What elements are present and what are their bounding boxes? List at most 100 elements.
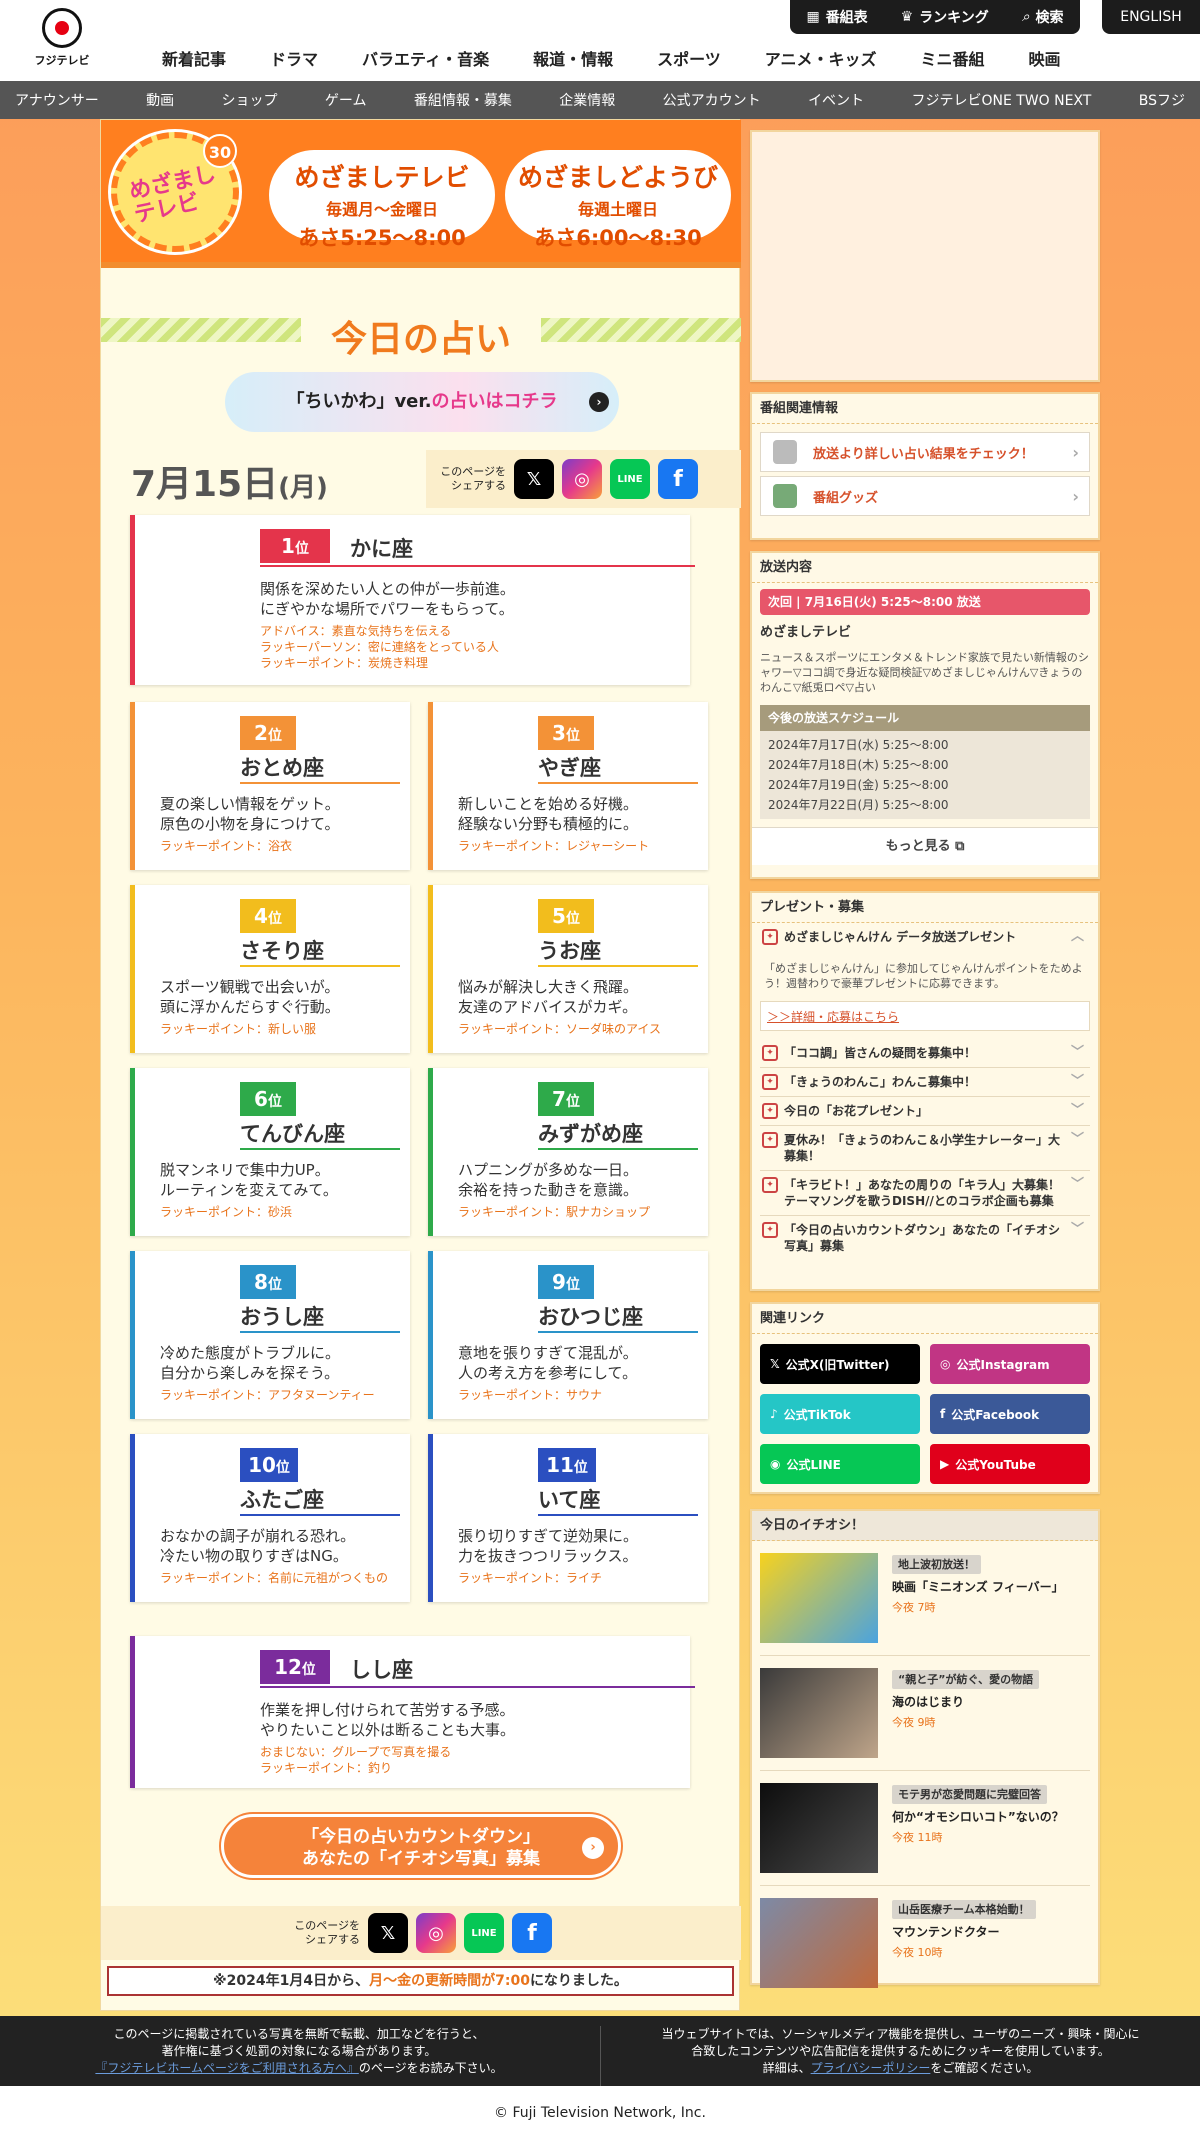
- next-broadcast-badge: 次回 | 7月16日(火) 5:25〜8:00 放送: [760, 589, 1090, 615]
- facebook-share-icon[interactable]: f: [512, 1913, 552, 1953]
- subnav-bsfuji[interactable]: BSフジ: [1139, 90, 1185, 110]
- fortune-line: 経験ない分野も積極的に。: [458, 815, 639, 833]
- pick-item[interactable]: 地上波初放送！ 映画「ミニオンズ フィーバー」 今夜 7時: [760, 1541, 1090, 1656]
- official-line-link[interactable]: ◉ 公式LINE: [760, 1444, 920, 1484]
- fortune-date: 7月15日(月): [131, 455, 328, 507]
- more-button[interactable]: もっと見る ⧉: [752, 827, 1098, 865]
- subnav-announcer[interactable]: アナウンサー: [15, 90, 99, 110]
- official-instagram-link[interactable]: ◎ 公式Instagram: [930, 1344, 1090, 1384]
- pick-item[interactable]: 山岳医療チーム本格始動！ マウンテンドクター 今夜 10時: [760, 1886, 1090, 2000]
- broadcast-title: 放送内容: [752, 553, 1098, 583]
- subnav-video[interactable]: 動画: [146, 90, 174, 110]
- links-title: 関連リンク: [752, 1304, 1098, 1334]
- terms-link[interactable]: 『フジテレビホームページをご利用される方へ』: [95, 2061, 358, 2075]
- subnav-corporate[interactable]: 企業情報: [559, 90, 615, 110]
- nav-movie[interactable]: 映画: [1006, 46, 1082, 70]
- rank-badge: 7位: [538, 1082, 594, 1116]
- pick-item[interactable]: モテ男が恋愛問題に完璧回答 何か“オモシロいコト”ないの？ 今夜 11時: [760, 1771, 1090, 1886]
- instagram-share-icon[interactable]: ◎: [562, 459, 602, 499]
- program-banner[interactable]: めざましテレビ 30 めざましテレビ 毎週月〜金曜日 あさ5:25〜8:00 め…: [101, 120, 741, 268]
- present-item[interactable]: ✦ 「ココ調」皆さんの疑問を募集中！ ﹀: [760, 1039, 1090, 1068]
- present-item[interactable]: ✦ 今日の「お花プレゼント」 ﹀: [760, 1097, 1090, 1126]
- fortune-line: 作業を押し付けられて苦労する予感。: [260, 1701, 515, 1719]
- pick-title: 映画「ミニオンズ フィーバー」: [892, 1580, 1064, 1594]
- subnav-program-info[interactable]: 番組情報・募集: [414, 90, 512, 110]
- x-share-icon[interactable]: 𝕏: [368, 1913, 408, 1953]
- schedule-item: 2024年7月19日(金) 5:25〜8:00: [768, 778, 949, 792]
- chiikawa-banner[interactable]: 「ちいかわ」ver.の占いはコチラ ›: [225, 372, 619, 432]
- instagram-share-icon[interactable]: ◎: [416, 1913, 456, 1953]
- fortune-line: スポーツ観戦で出会いが。: [160, 978, 340, 996]
- ad-slot: [750, 130, 1100, 382]
- present-item[interactable]: ✦ 夏休み！「きょうのわんこ＆小学生ナレーター」大募集！ ﹀: [760, 1126, 1090, 1171]
- facebook-share-icon[interactable]: f: [658, 459, 698, 499]
- pick-tag: モテ男が恋愛問題に完璧回答: [892, 1785, 1047, 1804]
- footer-left-line1: このページに掲載されている写真を無断で転載、加工などを行うと、: [113, 2027, 485, 2041]
- fortune-text: 夏の楽しい情報をゲット。 原色の小物を身につけて。: [160, 794, 340, 834]
- nav-anime[interactable]: アニメ・キッズ: [743, 46, 899, 70]
- rank-badge: 9位: [538, 1265, 594, 1299]
- nav-drama[interactable]: ドラマ: [248, 46, 340, 70]
- subnav-events[interactable]: イベント: [808, 90, 864, 110]
- show1-days: 毎週月〜金曜日: [325, 200, 438, 219]
- present-item[interactable]: ✦ 「今日の占いカウントダウン」あなたの「イチオシ写真」募集 ﹀: [760, 1216, 1090, 1260]
- goods-link[interactable]: 番組グッズ ›: [760, 476, 1090, 516]
- x-share-icon[interactable]: 𝕏: [514, 459, 554, 499]
- lucky-line: ラッキーポイント：砂浜: [160, 1205, 293, 1219]
- subnav-one-two-next[interactable]: フジテレビONE TWO NEXT: [911, 90, 1091, 110]
- countdown-photo-cta[interactable]: 「今日の占いカウントダウン」 あなたの「イチオシ写真」募集 ›: [221, 1814, 621, 1878]
- official-youtube-link[interactable]: ▶ 公式YouTube: [930, 1444, 1090, 1484]
- nav-news[interactable]: 新着記事: [140, 46, 248, 70]
- official-facebook-link[interactable]: f 公式Facebook: [930, 1394, 1090, 1434]
- zodiac-sign: かに座: [350, 537, 413, 561]
- subnav-shop[interactable]: ショップ: [222, 90, 278, 110]
- fortune-text: 新しいことを始める好機。 経験ない分野も積極的に。: [458, 794, 638, 834]
- english-button[interactable]: ENGLISH: [1102, 0, 1200, 34]
- zodiac-sign: さそり座: [240, 939, 324, 963]
- fortune-line: ハプニングが多めな一日。: [458, 1161, 639, 1179]
- nav-sports[interactable]: スポーツ: [635, 46, 743, 70]
- lucky-info: ラッキーポイント：駅ナカショップ: [458, 1204, 693, 1220]
- fortune-text: 作業を押し付けられて苦労する予感。 やりたいこと以外は断ることも大事。: [260, 1700, 515, 1740]
- footer-cookie-notice: 当ウェブサイトでは、ソーシャルメディア機能を提供し、ユーザのニーズ・興味・関心に…: [600, 2026, 1200, 2086]
- goods-label: 番組グッズ: [813, 490, 879, 506]
- ranking-link[interactable]: ♛ ランキング: [901, 7, 989, 27]
- fortune-text: スポーツ観戦で出会いが。 頭に浮かんだらすぐ行動。: [160, 977, 340, 1017]
- rank-badge: 10位: [240, 1448, 298, 1482]
- page-title: 今日の占い: [330, 319, 511, 360]
- pick-item[interactable]: “親と子”が紡ぐ、愛の物語 海のはじまり 今夜 9時: [760, 1656, 1090, 1771]
- zodiac-sign: いて座: [538, 1488, 601, 1512]
- official-x-link[interactable]: 𝕏 公式X(旧Twitter): [760, 1344, 920, 1384]
- subnav-game[interactable]: ゲーム: [325, 90, 367, 110]
- zodiac-sign: みずがめ座: [538, 1122, 643, 1146]
- rank-card-12: 12位 しし座 作業を押し付けられて苦労する予感。 やりたいこと以外は断ることも大事。…: [130, 1636, 695, 1788]
- search-link[interactable]: ⌕ 検索: [1022, 7, 1064, 27]
- rank-number: 9: [552, 1270, 566, 1294]
- fortune-text: 悩みが解決し大きく飛躍。 友達のアドバイスがカギ。: [458, 977, 638, 1017]
- x-icon: 𝕏: [770, 1357, 780, 1371]
- present-item[interactable]: ✦ 「きょうのわんこ」わんこ募集中！ ﹀: [760, 1068, 1090, 1097]
- line-share-icon[interactable]: LINE: [464, 1913, 504, 1953]
- fujitv-logo[interactable]: フジテレビ: [30, 8, 94, 70]
- subnav-official-accounts[interactable]: 公式アカウント: [663, 90, 761, 110]
- present-accordion-open[interactable]: ✦ めざましじゃんけん データ放送プレゼント ︿: [760, 923, 1090, 951]
- pick-thumbnail: [760, 1898, 878, 1988]
- present-item[interactable]: ✦ 「キラビト！」あなたの周りの「キラ人」大募集！テーマソングを歌うDISH//と…: [760, 1171, 1090, 1216]
- lucky-line: ラッキーポイント：駅ナカショップ: [458, 1205, 651, 1219]
- official-tiktok-link[interactable]: ♪ 公式TikTok: [760, 1394, 920, 1434]
- lucky-line: おまじない：グループで写真を撮る: [260, 1745, 452, 1759]
- facebook-icon: f: [940, 1407, 946, 1421]
- privacy-policy-link[interactable]: プライバシーポリシー: [811, 2061, 931, 2075]
- nav-report[interactable]: 報道・情報: [511, 46, 635, 70]
- rank-badge: 8位: [240, 1265, 296, 1299]
- line-share-icon[interactable]: LINE: [610, 459, 650, 499]
- gift-icon: ✦: [762, 1222, 778, 1238]
- present-detail-link[interactable]: ＞＞詳細・応募はこちら: [760, 1001, 1090, 1031]
- sign-underline: [240, 1148, 400, 1150]
- rank-number: 10: [248, 1453, 276, 1477]
- zodiac-sign: おひつじ座: [538, 1305, 643, 1329]
- tv-schedule-link[interactable]: ▦ 番組表: [806, 7, 867, 27]
- nav-variety[interactable]: バラエティ・音楽: [340, 46, 511, 70]
- nav-mini[interactable]: ミニ番組: [898, 46, 1006, 70]
- detailed-fortune-link[interactable]: 放送より詳しい占い結果をチェック！ ›: [760, 432, 1090, 472]
